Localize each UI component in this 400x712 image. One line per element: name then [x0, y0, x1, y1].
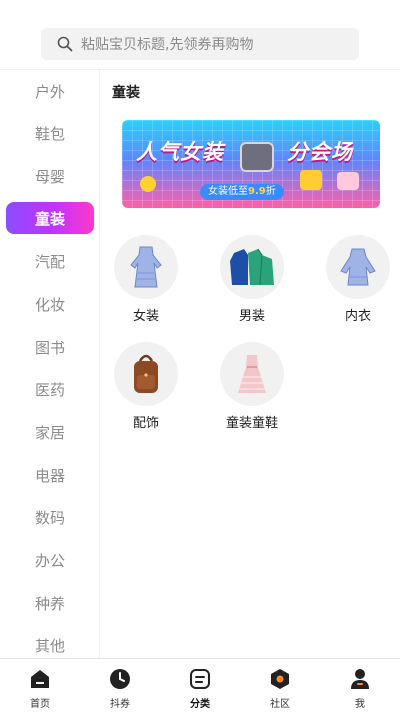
backpack-icon [114, 342, 178, 406]
category-label: 配饰 [132, 416, 159, 431]
tab-home[interactable]: 首页 [0, 659, 80, 712]
sidebar-item-cosmetics[interactable]: 化妆 [0, 287, 99, 321]
tab-label: 抖券 [110, 699, 130, 710]
tab-category[interactable]: 分类 [160, 659, 240, 712]
pink-bag-icon [337, 172, 359, 190]
search-bar-area: 粘贴宝贝标题,先领券再购物 [0, 0, 400, 70]
sidebar-item-outdoor[interactable]: 户外 [0, 74, 99, 108]
category-icon [189, 668, 211, 690]
blouse-icon [326, 235, 390, 299]
category-label: 内衣 [344, 309, 371, 324]
category-men[interactable]: 男装 [210, 235, 290, 335]
community-icon [269, 668, 291, 690]
handbag-icon [240, 142, 274, 172]
yellow-bag-icon [300, 170, 322, 190]
category-label: 男装 [238, 309, 265, 324]
sidebar-item-shoes-bags[interactable]: 鞋包 [0, 116, 99, 150]
sidebar-item-digital[interactable]: 数码 [0, 500, 99, 534]
tab-community[interactable]: 社区 [240, 659, 320, 712]
section-title: 童装 [112, 85, 140, 101]
banner-title-right: 分会场 [287, 140, 353, 164]
dress-icon [114, 235, 178, 299]
tab-label: 我 [355, 699, 365, 710]
pill-unit: 折 [265, 186, 276, 197]
category-content: 童装 人气女装 分会场 女装低至9.9折 女装 男装 内衣 配饰 童装童鞋 [101, 70, 400, 658]
pill-text: 女装低至 [208, 186, 248, 197]
pill-price: 9.9 [248, 186, 266, 197]
tab-label: 分类 [190, 699, 210, 710]
search-input[interactable]: 粘贴宝贝标题,先领券再购物 [41, 28, 359, 60]
sidebar-item-other[interactable]: 其他 [0, 628, 99, 658]
tab-label: 社区 [270, 699, 290, 710]
bottom-tab-bar: 首页 抖券 分类 社区 我 [0, 658, 400, 711]
category-label: 童装童鞋 [225, 416, 278, 431]
tab-profile[interactable]: 我 [320, 659, 400, 712]
category-sidebar: 户外 鞋包 母婴 童装 汽配 化妆 图书 医药 家居 电器 数码 办公 种养 其… [0, 70, 100, 658]
sidebar-item-home[interactable]: 家居 [0, 415, 99, 449]
sidebar-item-auto-parts[interactable]: 汽配 [0, 244, 99, 278]
clock-icon [109, 668, 131, 690]
tab-coupons[interactable]: 抖券 [80, 659, 160, 712]
banner-pill: 女装低至9.9折 [200, 184, 284, 200]
tab-label: 首页 [30, 699, 50, 710]
sidebar-item-medicine[interactable]: 医药 [0, 372, 99, 406]
category-women[interactable]: 女装 [104, 235, 184, 335]
sidebar-item-maternity[interactable]: 母婴 [0, 159, 99, 193]
profile-icon [349, 668, 371, 690]
duck-toy-icon [140, 176, 156, 192]
sidebar-item-office[interactable]: 办公 [0, 543, 99, 577]
sidebar-item-appliances[interactable]: 电器 [0, 458, 99, 492]
category-kids-shoes[interactable]: 童装童鞋 [210, 342, 290, 442]
jacket-icon [220, 235, 284, 299]
sidebar-item-gardening[interactable]: 种养 [0, 586, 99, 620]
category-underwear[interactable]: 内衣 [316, 235, 396, 335]
kids-dress-icon [220, 342, 284, 406]
sidebar-item-books[interactable]: 图书 [0, 330, 99, 364]
promo-banner[interactable]: 人气女装 分会场 女装低至9.9折 [122, 120, 380, 208]
home-icon [29, 668, 51, 690]
banner-title-left: 人气女装 [136, 140, 224, 164]
search-placeholder: 粘贴宝贝标题,先领券再购物 [81, 37, 254, 53]
category-accessories[interactable]: 配饰 [104, 342, 184, 442]
sidebar-item-kids-clothing[interactable]: 童装 [6, 202, 94, 234]
search-icon [57, 36, 73, 52]
category-label: 女装 [132, 309, 159, 324]
